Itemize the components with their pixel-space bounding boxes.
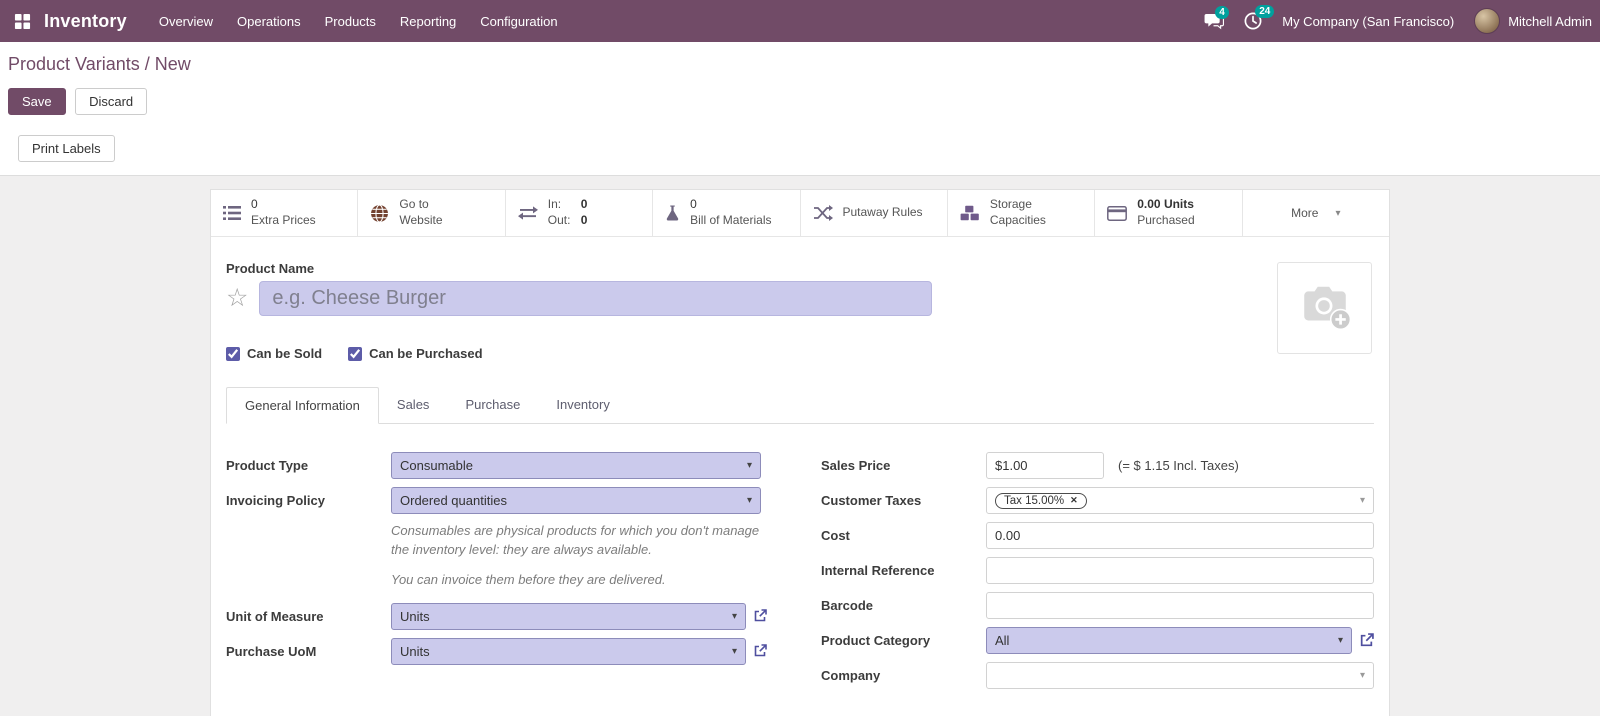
chevron-down-icon: ▾ bbox=[1359, 670, 1365, 681]
messages-button[interactable]: 4 bbox=[1204, 5, 1229, 30]
stat-button-go-to-website[interactable]: Go to Website bbox=[358, 190, 506, 236]
tax-tag[interactable]: Tax 15.00% ✕ bbox=[995, 492, 1087, 509]
shuffle-icon bbox=[813, 205, 833, 221]
breadcrumb-separator: / bbox=[144, 54, 150, 74]
can-be-sold-checkbox[interactable]: Can be Sold bbox=[226, 346, 322, 361]
stat-button-box: 0 Extra Prices Go to Website In: 0 Out: 0 0B… bbox=[211, 190, 1389, 237]
form-sheet: 0 Extra Prices Go to Website In: 0 Out: 0 0B… bbox=[210, 189, 1390, 716]
messages-count-badge: 4 bbox=[1215, 5, 1229, 19]
can-be-purchased-checkbox[interactable]: Can be Purchased bbox=[348, 346, 483, 361]
product-type-help-text: Consumables are physical products for wh… bbox=[391, 523, 760, 557]
menu-reporting[interactable]: Reporting bbox=[388, 2, 468, 41]
more-button[interactable]: More ▾ bbox=[1242, 190, 1389, 236]
breadcrumb-parent[interactable]: Product Variants bbox=[8, 54, 140, 74]
company-switcher[interactable]: My Company (San Francisco) bbox=[1282, 14, 1454, 29]
stat-button-extra-prices[interactable]: 0 Extra Prices bbox=[211, 190, 359, 236]
can-be-sold-input[interactable] bbox=[226, 346, 240, 361]
purchase-uom-external-link-icon[interactable] bbox=[753, 644, 767, 658]
product-type-select[interactable]: Consumable ▾ bbox=[391, 452, 761, 479]
chevron-down-icon: ▾ bbox=[731, 610, 737, 622]
menu-operations[interactable]: Operations bbox=[225, 2, 313, 41]
uom-external-link-icon[interactable] bbox=[753, 609, 767, 623]
camera-plus-icon bbox=[1303, 286, 1351, 331]
barcode-input[interactable] bbox=[986, 592, 1374, 619]
company-label: Company bbox=[821, 668, 881, 683]
print-labels-button[interactable]: Print Labels bbox=[18, 135, 115, 162]
remove-tag-icon[interactable]: ✕ bbox=[1070, 495, 1078, 506]
chevron-down-icon: ▾ bbox=[731, 645, 737, 657]
user-menu[interactable]: Mitchell Admin bbox=[1474, 8, 1592, 34]
purchase-uom-label: Purchase UoM bbox=[226, 643, 317, 659]
stat-button-bill-of-materials[interactable]: 0 Bill of Materials bbox=[653, 190, 801, 236]
invoicing-policy-label: Invoicing Policy bbox=[226, 493, 325, 508]
user-name: Mitchell Admin bbox=[1508, 13, 1592, 29]
product-category-label: Product Category bbox=[821, 633, 931, 648]
breadcrumb: Product Variants / New bbox=[8, 54, 1592, 75]
product-category-select[interactable]: All ▾ bbox=[986, 627, 1352, 654]
chevron-down-icon: ▾ bbox=[746, 460, 752, 471]
can-be-purchased-input[interactable] bbox=[348, 346, 363, 361]
menu-configuration[interactable]: Configuration bbox=[468, 2, 569, 41]
customer-taxes-field[interactable]: Tax 15.00% ✕ ▾ bbox=[986, 487, 1374, 514]
stat-button-forecasted[interactable]: In: 0 Out: 0 bbox=[505, 190, 654, 236]
company-field[interactable]: ▾ bbox=[986, 662, 1374, 689]
cost-label: Cost bbox=[821, 528, 850, 543]
purchase-uom-select[interactable]: Units ▾ bbox=[391, 637, 746, 665]
product-type-label: Product Type bbox=[226, 458, 309, 473]
uom-select[interactable]: Units ▾ bbox=[391, 602, 746, 630]
notebook-tabs: General Information Sales Purchase Inven… bbox=[226, 387, 1374, 424]
activities-count-badge: 24 bbox=[1255, 5, 1275, 18]
product-image-upload[interactable] bbox=[1277, 262, 1372, 354]
apps-menu-icon[interactable] bbox=[0, 13, 44, 30]
cubes-icon bbox=[960, 205, 979, 221]
tax-included-note: (= $ 1.15 Incl. Taxes) bbox=[1118, 458, 1239, 473]
internal-reference-label: Internal Reference bbox=[821, 563, 935, 578]
breadcrumb-current: New bbox=[154, 54, 191, 74]
tab-sales[interactable]: Sales bbox=[379, 387, 448, 423]
uom-label: Unit of Measure bbox=[226, 608, 324, 624]
control-panel: Product Variants / New Save Discard Prin… bbox=[0, 42, 1600, 176]
sales-price-label: Sales Price bbox=[821, 458, 891, 473]
top-navbar: Inventory Overview Operations Products R… bbox=[0, 0, 1600, 42]
product-category-external-link-icon[interactable] bbox=[1359, 633, 1374, 648]
transfer-arrows-icon bbox=[517, 206, 538, 220]
globe-icon bbox=[371, 204, 389, 222]
tab-inventory[interactable]: Inventory bbox=[538, 387, 627, 423]
tab-purchase[interactable]: Purchase bbox=[447, 387, 538, 423]
customer-taxes-label: Customer Taxes bbox=[821, 493, 922, 508]
activities-button[interactable]: 24 bbox=[1244, 5, 1275, 30]
save-button[interactable]: Save bbox=[8, 88, 66, 115]
menu-overview[interactable]: Overview bbox=[147, 2, 225, 41]
chevron-down-icon: ▾ bbox=[1335, 207, 1341, 219]
chevron-down-icon: ▾ bbox=[1337, 635, 1343, 646]
chevron-down-icon: ▾ bbox=[746, 495, 752, 506]
stat-button-purchased[interactable]: 0.00 Units Purchased bbox=[1095, 190, 1243, 236]
cost-input[interactable] bbox=[986, 522, 1374, 549]
main-menu: Overview Operations Products Reporting C… bbox=[147, 2, 570, 41]
product-name-input[interactable] bbox=[259, 281, 933, 316]
favorite-star-icon[interactable]: ☆ bbox=[226, 286, 248, 311]
credit-card-icon bbox=[1107, 205, 1128, 221]
avatar bbox=[1474, 8, 1501, 34]
stat-button-putaway-rules[interactable]: Putaway Rules bbox=[800, 190, 948, 236]
barcode-label: Barcode bbox=[821, 598, 874, 613]
form-left-column: Product Type Consumable ▾ Invoicing Poli… bbox=[226, 452, 779, 673]
chevron-down-icon: ▾ bbox=[1359, 495, 1365, 506]
app-title[interactable]: Inventory bbox=[44, 11, 127, 32]
discard-button[interactable]: Discard bbox=[75, 88, 148, 115]
tab-general-information[interactable]: General Information bbox=[226, 387, 379, 424]
invoicing-policy-select[interactable]: Ordered quantities ▾ bbox=[391, 487, 761, 514]
list-icon bbox=[223, 206, 241, 220]
content-area: 0 Extra Prices Go to Website In: 0 Out: 0 0B… bbox=[0, 176, 1600, 716]
internal-reference-input[interactable] bbox=[986, 557, 1374, 584]
sales-price-input[interactable] bbox=[986, 452, 1104, 479]
flask-icon bbox=[666, 205, 679, 221]
form-right-column: Sales Price (= $ 1.15 Incl. Taxes) Custo… bbox=[821, 452, 1374, 697]
product-name-label: Product Name bbox=[226, 261, 315, 276]
stat-button-storage-capacities[interactable]: Storage Capacities bbox=[947, 190, 1096, 236]
invoicing-help-text: You can invoice them before they are del… bbox=[391, 571, 666, 587]
menu-products[interactable]: Products bbox=[313, 2, 388, 41]
